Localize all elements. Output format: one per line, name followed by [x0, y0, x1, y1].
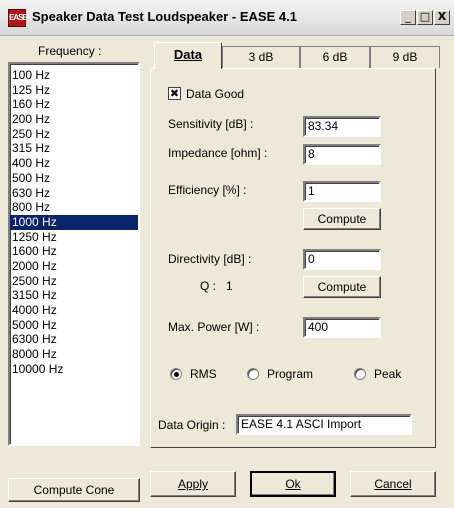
compute-directivity-button[interactable]: Compute [303, 276, 381, 298]
rms-label: RMS [190, 367, 217, 381]
impedance-field[interactable]: 8 [303, 144, 381, 165]
frequency-list-item[interactable]: 10000 Hz [10, 362, 138, 377]
frequency-list-item[interactable]: 400 Hz [10, 156, 138, 171]
tab-9db[interactable]: 9 dB [370, 46, 440, 68]
compute-cone-button[interactable]: Compute Cone [8, 478, 140, 502]
data-origin-label: Data Origin : [158, 418, 226, 432]
program-label: Program [267, 367, 314, 381]
frequency-list-item[interactable]: 100 Hz [10, 68, 138, 83]
tab-data-label: Data [173, 47, 203, 62]
app-icon: EASE [8, 9, 28, 27]
peak-label: Peak [374, 367, 402, 381]
frequency-list-item[interactable]: 500 Hz [10, 171, 138, 186]
frequency-list-item[interactable]: 1250 Hz [10, 230, 138, 245]
max-power-label: Max. Power [W] : [168, 320, 260, 334]
minimize-button[interactable]: _ [400, 10, 416, 25]
efficiency-label: Efficiency [%] : [168, 183, 247, 197]
apply-label: Apply [177, 477, 209, 491]
maximize-button[interactable]: □ [417, 10, 433, 25]
tab-6db-label: 6 dB [322, 50, 348, 64]
compute-efficiency-button[interactable]: Compute [303, 208, 381, 230]
frequency-list-item[interactable]: 2000 Hz [10, 259, 138, 274]
program-radio[interactable] [247, 368, 259, 380]
tab-6db[interactable]: 6 dB [300, 46, 370, 68]
frequency-list-item[interactable]: 250 Hz [10, 127, 138, 142]
tab-3db[interactable]: 3 dB [222, 46, 300, 68]
rms-radio[interactable] [170, 368, 182, 380]
apply-button[interactable]: Apply [150, 471, 236, 497]
efficiency-field[interactable]: 1 [303, 181, 381, 202]
frequency-list-item[interactable]: 1000 Hz [10, 214, 138, 230]
peak-radio[interactable] [354, 368, 366, 380]
frequency-label: Frequency : [38, 44, 102, 58]
frequency-list-item[interactable]: 3150 Hz [10, 288, 138, 303]
tab-data[interactable]: Data [154, 42, 222, 69]
window-title: Speaker Data Test Loudspeaker - EASE 4.1 [32, 9, 297, 24]
impedance-label: Impedance [ohm] : [168, 146, 268, 160]
frequency-list-item[interactable]: 6300 Hz [10, 332, 138, 347]
compute-cone-label: Compute Cone [33, 483, 115, 497]
max-power-field[interactable]: 400 [303, 317, 381, 338]
q-value: 1 [226, 279, 233, 293]
frequency-list[interactable]: 100 Hz 125 Hz 160 Hz 200 Hz 250 Hz 315 Hz 400 … [8, 62, 140, 446]
data-good-checkbox[interactable]: ✖ [168, 87, 181, 100]
data-good-label: Data Good [186, 87, 245, 101]
ok-label: Ok [285, 477, 301, 491]
cancel-label: Cancel [374, 477, 412, 491]
frequency-list-item[interactable]: 315 Hz [10, 141, 138, 156]
frequency-list-item[interactable]: 1600 Hz [10, 244, 138, 259]
frequency-list-item[interactable]: 4000 Hz [10, 303, 138, 318]
ok-button[interactable]: Ok [250, 471, 336, 497]
directivity-label: Directivity [dB] : [168, 252, 252, 266]
frequency-list-item[interactable]: 5000 Hz [10, 318, 138, 333]
frequency-list-item[interactable]: 630 Hz [10, 186, 138, 201]
frequency-list-item[interactable]: 125 Hz [10, 83, 138, 98]
data-origin-field[interactable]: EASE 4.1 ASCI Import [236, 414, 412, 435]
frequency-items: 100 Hz 125 Hz 160 Hz 200 Hz 250 Hz 315 Hz 400 … [10, 68, 138, 376]
tab-3db-label: 3 dB [248, 50, 274, 64]
frequency-list-item[interactable]: 800 Hz [10, 200, 138, 215]
frequency-list-item[interactable]: 2500 Hz [10, 274, 138, 289]
frequency-list-item[interactable]: 160 Hz [10, 97, 138, 112]
frequency-list-item[interactable]: 200 Hz [10, 112, 138, 127]
tab-9db-label: 9 dB [392, 50, 418, 64]
directivity-field[interactable]: 0 [303, 249, 381, 270]
q-label: Q : [200, 279, 217, 293]
title-bar: EASE Speaker Data Test Loudspeaker - EAS… [0, 0, 454, 36]
cancel-button[interactable]: Cancel [350, 471, 436, 497]
close-button[interactable]: X [434, 10, 450, 25]
sensitivity-label: Sensitivity [dB] : [168, 117, 254, 131]
frequency-list-item[interactable]: 8000 Hz [10, 347, 138, 362]
sensitivity-field[interactable]: 83.34 [303, 116, 381, 137]
